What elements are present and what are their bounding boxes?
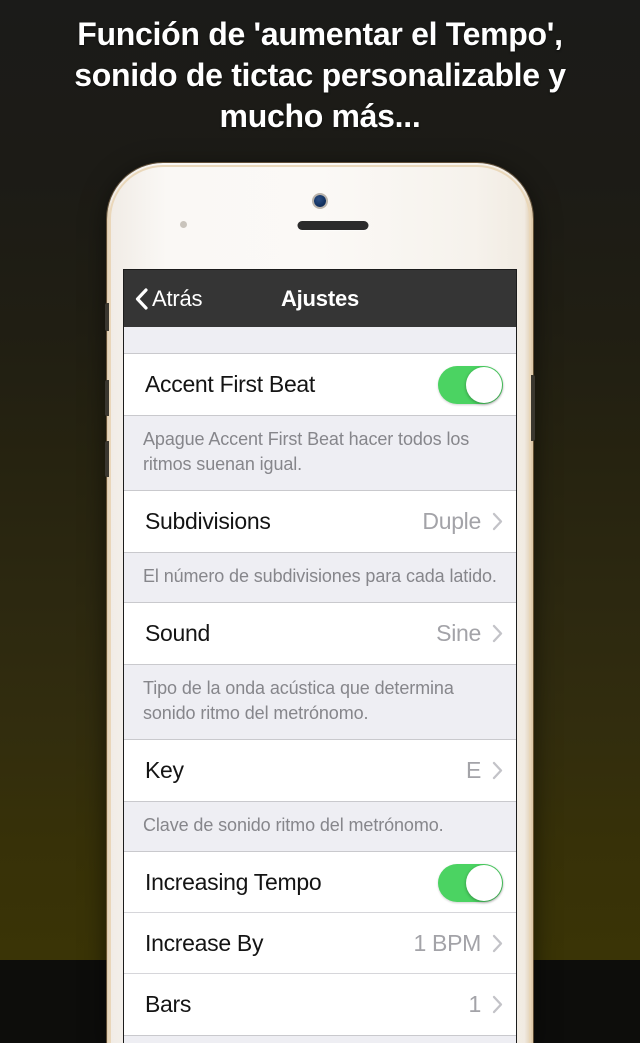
chevron-right-icon (492, 624, 503, 643)
setting-value-increase-by: 1 BPM (413, 930, 481, 956)
back-button[interactable]: Atrás (124, 285, 203, 312)
setting-description-sound: Tipo de la onda acústica que determina s… (124, 664, 516, 740)
toggle-knob (466, 366, 502, 403)
volume-up-button[interactable] (105, 380, 109, 416)
headline-line-3: mucho más... (219, 98, 421, 134)
setting-label-increase-by: Increase By (145, 930, 264, 956)
setting-value-bars: 1 (468, 991, 482, 1017)
volume-down-button[interactable] (105, 441, 109, 477)
setting-description-text: El número de subdivisiones para cada lat… (143, 566, 497, 586)
setting-label-bars: Bars (145, 991, 192, 1017)
setting-label-subdivisions: Subdivisions (145, 508, 271, 534)
front-camera-icon (314, 195, 326, 207)
setting-label-sound: Sound (145, 620, 211, 646)
chevron-right-icon (492, 761, 503, 780)
setting-description-accent-first-beat: Apague Accent First Beat hacer todos los… (124, 415, 516, 491)
phone-screen: Atrás Ajustes Accent First Beat Apague Ac… (124, 270, 516, 1043)
toggle-accent-first-beat[interactable] (438, 365, 503, 404)
setting-label-increasing-tempo: Increasing Tempo (145, 869, 322, 895)
setting-value-key: E (465, 757, 481, 783)
setting-description-subdivisions: El número de subdivisiones para cada lat… (124, 552, 516, 603)
list-bottom-spacer (124, 1035, 516, 1043)
headline-line-1: Función de 'aumentar el Tempo', (77, 16, 563, 52)
setting-row-increasing-tempo[interactable]: Increasing Tempo (124, 852, 516, 913)
setting-row-key[interactable]: Key E (124, 740, 516, 801)
headline-line-2: sonido de tictac personalizable y (74, 57, 566, 93)
earpiece-speaker-icon (297, 221, 369, 230)
toggle-increasing-tempo[interactable] (438, 863, 503, 902)
chevron-right-icon (492, 512, 503, 531)
setting-label-accent-first-beat: Accent First Beat (145, 371, 316, 397)
chevron-right-icon (492, 995, 503, 1014)
back-button-label: Atrás (152, 285, 203, 311)
silent-switch-button[interactable] (105, 303, 109, 331)
setting-value-subdivisions: Duple (422, 508, 481, 534)
setting-row-sound[interactable]: Sound Sine (124, 603, 516, 664)
setting-description-text: Tipo de la onda acústica que determina s… (143, 678, 454, 723)
settings-table: Accent First Beat Apague Accent First Bea… (124, 354, 516, 1043)
chevron-right-icon (492, 934, 503, 953)
setting-label-key: Key (145, 757, 184, 783)
setting-value-sound: Sine (436, 620, 481, 646)
toggle-knob (466, 864, 502, 901)
setting-row-accent-first-beat[interactable]: Accent First Beat (124, 354, 516, 415)
setting-row-subdivisions[interactable]: Subdivisions Duple (124, 491, 516, 552)
phone-mockup: Atrás Ajustes Accent First Beat Apague Ac… (105, 163, 535, 1043)
page-headline: Función de 'aumentar el Tempo', sonido d… (0, 14, 640, 137)
setting-description-text: Apague Accent First Beat hacer todos los… (143, 429, 470, 474)
table-top-spacer (124, 327, 516, 354)
setting-row-increase-by[interactable]: Increase By 1 BPM (124, 913, 516, 974)
setting-description-key: Clave de sonido ritmo del metrónomo. (124, 801, 516, 852)
setting-row-bars[interactable]: Bars 1 (124, 974, 516, 1035)
navigation-bar: Atrás Ajustes (124, 270, 516, 327)
chevron-left-icon (135, 287, 148, 310)
power-button[interactable] (531, 375, 535, 441)
proximity-sensor-icon (180, 221, 187, 228)
setting-description-text: Clave de sonido ritmo del metrónomo. (143, 815, 444, 835)
